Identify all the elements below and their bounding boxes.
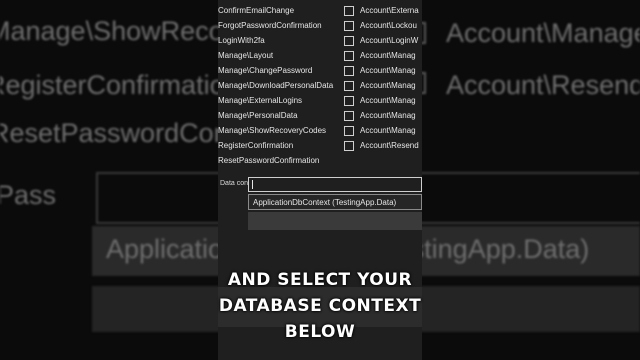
bg-line: Account\Resend xyxy=(446,70,640,100)
list-item[interactable]: ConfirmEmailChange Account\Externa xyxy=(218,4,422,19)
page-name: ForgotPasswordConfirmation xyxy=(218,21,322,30)
page-value: Account\Manag xyxy=(360,96,416,105)
page-checkbox[interactable] xyxy=(344,126,354,136)
bg-line: Account\Manage xyxy=(446,18,640,48)
page-value: Account\Resend xyxy=(360,141,419,150)
page-value: Account\Manag xyxy=(360,66,416,75)
page-name: LoginWith2fa xyxy=(218,36,265,45)
page-value: Account\Externa xyxy=(360,6,419,15)
list-item[interactable]: Manage\DownloadPersonalData Account\Mana… xyxy=(218,79,422,94)
list-item[interactable]: Manage\Layout Account\Manag xyxy=(218,49,422,64)
page-name: Manage\ShowRecoveryCodes xyxy=(218,126,327,135)
page-name: ConfirmEmailChange xyxy=(218,6,295,15)
dropdown-footer xyxy=(248,212,422,230)
page-value: Account\Manag xyxy=(360,126,416,135)
page-checkbox[interactable] xyxy=(344,141,354,151)
page-checkbox[interactable] xyxy=(344,96,354,106)
page-value: Account\LoginW xyxy=(360,36,419,45)
list-item[interactable]: LoginWith2fa Account\LoginW xyxy=(218,34,422,49)
page-name: Manage\Layout xyxy=(218,51,274,60)
list-item[interactable]: Manage\ShowRecoveryCodes Account\Manag xyxy=(218,124,422,139)
list-item[interactable]: Manage\ChangePassword Account\Manag xyxy=(218,64,422,79)
text-caret xyxy=(252,180,253,189)
list-item[interactable]: ResetPasswordConfirmation xyxy=(218,154,422,169)
page-name: RegisterConfirmation xyxy=(218,141,294,150)
page-value: Account\Lockou xyxy=(360,21,417,30)
list-item[interactable]: RegisterConfirmation Account\Resend xyxy=(218,139,422,154)
page-name: Manage\ChangePassword xyxy=(218,66,313,75)
page-name: Manage\ExternalLogins xyxy=(218,96,303,105)
page-checkbox[interactable] xyxy=(344,6,354,16)
page-checkbox[interactable] xyxy=(344,36,354,46)
page-value: Account\Manag xyxy=(360,81,416,90)
data-context-input[interactable] xyxy=(248,177,422,192)
list-item[interactable]: Manage\PersonalData Account\Manag xyxy=(218,109,422,124)
list-item[interactable]: Manage\ExternalLogins Account\Manag xyxy=(218,94,422,109)
page-checkbox[interactable] xyxy=(344,51,354,61)
page-value: Account\Manag xyxy=(360,51,416,60)
bg-line: Manage\ShowReco xyxy=(0,16,224,46)
page-name: Manage\PersonalData xyxy=(218,111,298,120)
page-checkbox[interactable] xyxy=(344,111,354,121)
page-checkbox[interactable] xyxy=(344,21,354,31)
list-item[interactable]: ForgotPasswordConfirmation Account\Locko… xyxy=(218,19,422,34)
page-name: Manage\DownloadPersonalData xyxy=(218,81,334,90)
page-checkbox[interactable] xyxy=(344,66,354,76)
page-value: Account\Manag xyxy=(360,111,416,120)
page-name: ResetPasswordConfirmation xyxy=(218,156,320,165)
bg-line: ResetPasswordConfi xyxy=(0,118,243,148)
bg-line: Pass xyxy=(0,180,57,210)
bg-line: RegisterConfirmation xyxy=(0,70,240,100)
page-checkbox[interactable] xyxy=(344,81,354,91)
video-caption: AND SELECT YOUR DATABASE CONTEXT BELOW xyxy=(218,270,422,342)
data-context-option[interactable]: ApplicationDbContext (TestingApp.Data) xyxy=(248,194,422,210)
